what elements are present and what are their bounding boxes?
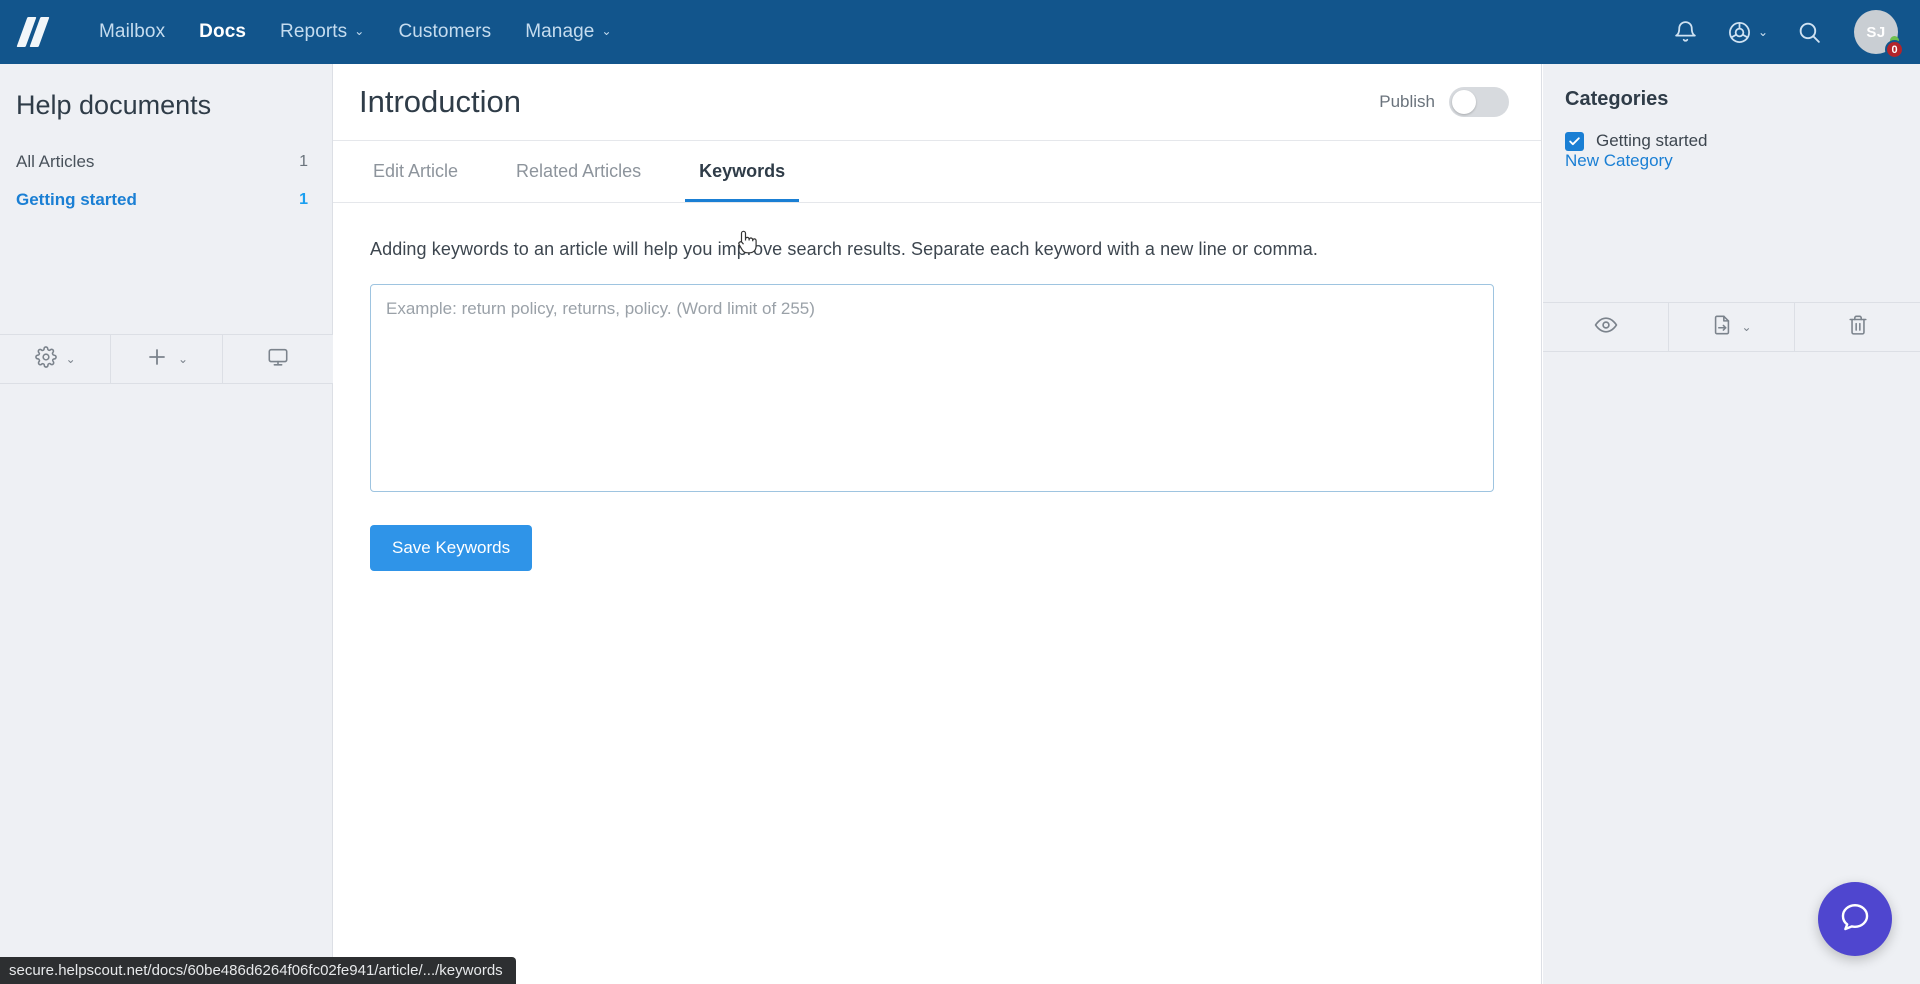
- plus-icon: [145, 345, 169, 374]
- sidebar-item-getting-started[interactable]: Getting started 1: [0, 181, 332, 219]
- main-content: Introduction Publish Edit Article Relate…: [333, 64, 1542, 984]
- tab-keywords[interactable]: Keywords: [685, 161, 800, 202]
- publish-toggle[interactable]: [1449, 87, 1509, 117]
- sidebar-item-all-articles-label: All Articles: [16, 152, 95, 171]
- preview-article-button[interactable]: [1543, 303, 1669, 351]
- chat-bubble-icon: [1838, 900, 1872, 939]
- nav-link-docs-label: Docs: [199, 21, 247, 42]
- move-article-icon: [1711, 314, 1733, 341]
- publish-label: Publish: [1379, 92, 1435, 111]
- keywords-input[interactable]: [370, 284, 1494, 492]
- chevron-down-icon: ⌄: [65, 352, 76, 366]
- move-article-button[interactable]: ⌄: [1669, 303, 1795, 351]
- article-actions-toolbar: ⌄: [1543, 302, 1920, 352]
- nav-link-customers-label: Customers: [398, 21, 492, 42]
- publish-toggle-knob: [1452, 90, 1476, 114]
- keywords-panel: Adding keywords to an article will help …: [333, 203, 1541, 571]
- tab-related-articles-label: Related Articles: [516, 161, 642, 181]
- sidebar-item-all-articles[interactable]: All Articles 1: [0, 143, 332, 181]
- search-icon[interactable]: [1786, 9, 1832, 55]
- eye-icon: [1594, 313, 1618, 342]
- nav-link-reports-label: Reports: [280, 20, 348, 42]
- chevron-down-icon: ⌄: [1741, 320, 1752, 334]
- chevron-down-icon: ⌄: [177, 352, 189, 366]
- page-title: Introduction: [359, 84, 521, 119]
- sidebar-item-getting-started-count: 1: [299, 191, 308, 208]
- article-header: Introduction Publish: [333, 64, 1541, 141]
- trash-icon: [1847, 314, 1869, 341]
- article-tabs: Edit Article Related Articles Keywords: [333, 141, 1541, 203]
- top-navigation-bar: Mailbox Docs Reports ⌄ Customers Manage ⌄ …: [0, 0, 1920, 64]
- chevron-down-icon: ⌄: [354, 23, 365, 38]
- tab-edit-article-label: Edit Article: [373, 161, 459, 181]
- nav-right-group: ⌄ SJ 0: [1649, 9, 1920, 59]
- preview-site-button[interactable]: [223, 335, 333, 383]
- nav-link-mailbox-label: Mailbox: [99, 21, 166, 42]
- categories-title: Categories: [1565, 88, 1669, 110]
- monitor-icon: [267, 346, 289, 373]
- keywords-hint-text: Adding keywords to an article will help …: [370, 239, 1318, 259]
- tab-related-articles[interactable]: Related Articles: [502, 161, 655, 202]
- sidebar-item-all-articles-count: 1: [299, 153, 308, 170]
- nav-link-customers[interactable]: Customers: [381, 0, 508, 64]
- avatar[interactable]: SJ 0: [1854, 10, 1904, 59]
- nav-link-manage-label: Manage: [525, 20, 595, 42]
- status-bar-url-text: secure.helpscout.net/docs/60be486d6264f0…: [9, 962, 503, 979]
- sidebar-toolbar: ⌄ ⌄: [0, 334, 333, 384]
- chevron-down-icon: ⌄: [1757, 25, 1768, 39]
- sidebar-item-getting-started-label: Getting started: [16, 190, 137, 209]
- status-bar-url: secure.helpscout.net/docs/60be486d6264f0…: [0, 957, 516, 984]
- right-panel: Categories Getting started New Category: [1543, 64, 1920, 984]
- chevron-down-icon: ⌄: [601, 23, 612, 38]
- publish-control: Publish: [1379, 87, 1509, 117]
- sidebar: Help documents All Articles 1 Getting st…: [0, 64, 333, 984]
- sidebar-title: Help documents: [16, 90, 212, 120]
- nav-link-reports[interactable]: Reports ⌄: [263, 0, 381, 65]
- nav-link-mailbox[interactable]: Mailbox: [82, 0, 182, 64]
- helpscout-logo[interactable]: [16, 17, 54, 47]
- delete-article-button[interactable]: [1795, 303, 1920, 351]
- beacon-chat-button[interactable]: [1818, 882, 1892, 956]
- gear-icon: [34, 345, 57, 373]
- sidebar-collection-list: All Articles 1 Getting started 1: [0, 143, 332, 219]
- avatar-badge-count: 0: [1885, 40, 1904, 59]
- lifesaver-icon[interactable]: ⌄: [1723, 9, 1772, 55]
- save-keywords-button[interactable]: Save Keywords: [370, 525, 533, 571]
- add-button[interactable]: ⌄: [111, 335, 223, 383]
- nav-link-manage[interactable]: Manage ⌄: [508, 0, 628, 65]
- tab-edit-article[interactable]: Edit Article: [359, 161, 472, 202]
- nav-link-docs[interactable]: Docs: [182, 0, 263, 64]
- bell-icon[interactable]: [1663, 9, 1709, 55]
- settings-button[interactable]: ⌄: [0, 335, 112, 383]
- new-category-link[interactable]: New Category: [1543, 131, 1673, 170]
- tab-keywords-label: Keywords: [699, 161, 786, 181]
